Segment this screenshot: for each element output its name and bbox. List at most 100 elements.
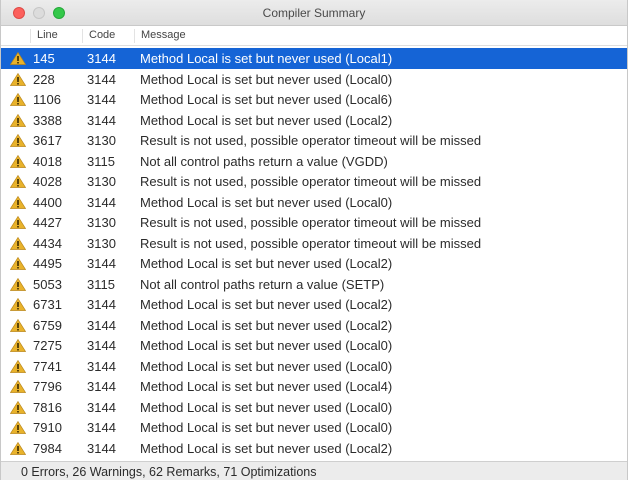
warning-icon: [10, 93, 26, 106]
diagnostics-list: 145 3144 Method Local is set but never use…: [1, 48, 627, 458]
row-message: Method Local is set but never used (Loca…: [140, 92, 393, 107]
warning-icon: [10, 195, 26, 209]
warning-icon: [10, 216, 26, 229]
warning-icon: [10, 72, 26, 86]
row-code: 3144: [87, 71, 116, 87]
row-message: Method Local is set but never used (Loca…: [140, 51, 393, 66]
title-bar[interactable]: Compiler Summary: [1, 0, 627, 26]
row-message: Method Local is set but never used (Loca…: [140, 71, 393, 87]
row-code: 3130: [87, 215, 116, 230]
row-message: Method Local is set but never used (Loca…: [140, 358, 393, 374]
row-code: 3144: [87, 112, 116, 128]
row-message: Method Local is set but never used (Loca…: [140, 420, 393, 435]
row-line-number: 7796: [33, 379, 62, 394]
warning-icon: [10, 359, 26, 373]
column-header-line[interactable]: Line: [30, 29, 80, 43]
row-message: Not all control paths return a value (SE…: [140, 276, 385, 292]
table-row[interactable]: 7816 3144 Method Local is set but never us…: [1, 397, 627, 418]
row-message: Result is not used, possible operator ti…: [140, 133, 482, 148]
warning-icon: [10, 441, 26, 455]
row-message: Method Local is set but never used (Loca…: [140, 256, 393, 271]
row-message: Method Local is set but never used (Loca…: [140, 297, 393, 312]
warning-icon: [10, 134, 26, 147]
table-row[interactable]: 7796 3144 Method Local is set but never us…: [1, 376, 627, 397]
column-header: Line Code Message: [1, 26, 627, 46]
row-line-number: 4427: [33, 215, 62, 230]
table-row[interactable]: 3617 3130 Result is not used, possible ope…: [1, 130, 627, 151]
warning-icon: [10, 421, 26, 434]
warning-icon: [10, 380, 26, 393]
row-code: 3144: [87, 379, 116, 394]
row-code: 3130: [87, 174, 116, 189]
row-message: Result is not used, possible operator ti…: [140, 235, 482, 251]
row-line-number: 6759: [33, 317, 62, 333]
row-message: Method Local is set but never used (Loca…: [140, 399, 393, 415]
table-row[interactable]: 4400 3144 Method Local is set but never us…: [1, 192, 627, 213]
table-row[interactable]: 4427 3130 Result is not used, possible ope…: [1, 212, 627, 233]
table-row[interactable]: 4028 3130 Result is not used, possible ope…: [1, 171, 627, 192]
table-row[interactable]: 4434 3130 Result is not used, possible ope…: [1, 233, 627, 254]
warning-icon: [10, 154, 26, 168]
row-line-number: 5053: [33, 276, 62, 292]
row-code: 3144: [87, 338, 116, 353]
row-line-number: 7816: [33, 399, 62, 415]
table-row[interactable]: 6759 3144 Method Local is set but never us…: [1, 315, 627, 336]
table-row[interactable]: 7275 3144 Method Local is set but never us…: [1, 335, 627, 356]
warning-icon: [10, 339, 26, 352]
row-message: Method Local is set but never used (Loca…: [140, 379, 393, 394]
table-row[interactable]: 6731 3144 Method Local is set but never us…: [1, 294, 627, 315]
row-message: Method Local is set but never used (Loca…: [140, 317, 393, 333]
table-row[interactable]: 228 3144 Method Local is set but never use…: [1, 69, 627, 90]
table-row[interactable]: 145 3144 Method Local is set but never use…: [1, 48, 627, 69]
row-line-number: 3617: [33, 133, 62, 148]
row-line-number: 228: [33, 71, 55, 87]
table-row[interactable]: 7741 3144 Method Local is set but never us…: [1, 356, 627, 377]
row-code: 3144: [87, 297, 116, 312]
column-header-message[interactable]: Message: [134, 29, 614, 43]
row-code: 3144: [87, 399, 116, 415]
row-line-number: 145: [33, 51, 55, 66]
row-message: Method Local is set but never used (Loca…: [140, 112, 393, 128]
row-code: 3144: [87, 92, 116, 107]
row-line-number: 4495: [33, 256, 62, 271]
table-row[interactable]: 1106 3144 Method Local is set but never us…: [1, 89, 627, 110]
warning-icon: [10, 175, 26, 188]
row-code: 3144: [87, 440, 116, 456]
table-row[interactable]: 7910 3144 Method Local is set but never us…: [1, 417, 627, 438]
row-code: 3144: [87, 51, 116, 66]
table-row[interactable]: 3388 3144 Method Local is set but never us…: [1, 110, 627, 131]
table-row[interactable]: 7984 3144 Method Local is set but never us…: [1, 438, 627, 459]
warning-icon: [10, 318, 26, 332]
status-summary: 0 Errors, 26 Warnings, 62 Remarks, 71 Op…: [21, 465, 317, 479]
row-line-number: 4028: [33, 174, 62, 189]
row-code: 3130: [87, 235, 116, 251]
row-message: Method Local is set but never used (Loca…: [140, 440, 393, 456]
row-line-number: 4018: [33, 153, 62, 169]
row-line-number: 3388: [33, 112, 62, 128]
row-code: 3144: [87, 194, 116, 210]
row-line-number: 7741: [33, 358, 62, 374]
row-code: 3144: [87, 420, 116, 435]
row-line-number: 4434: [33, 235, 62, 251]
table-row[interactable]: 4495 3144 Method Local is set but never us…: [1, 253, 627, 274]
table-row[interactable]: 5053 3115 Not all control paths return a v…: [1, 274, 627, 295]
status-bar: 0 Errors, 26 Warnings, 62 Remarks, 71 Op…: [1, 461, 627, 480]
row-code: 3115: [87, 153, 115, 169]
row-line-number: 7910: [33, 420, 62, 435]
warning-icon: [10, 277, 26, 291]
row-code: 3144: [87, 317, 116, 333]
table-row[interactable]: 4018 3115 Not all control paths return a v…: [1, 151, 627, 172]
row-line-number: 7984: [33, 440, 62, 456]
warning-icon: [10, 113, 26, 127]
warning-icon: [10, 400, 26, 414]
row-code: 3115: [87, 276, 115, 292]
warning-icon: [10, 236, 26, 250]
row-message: Not all control paths return a value (VG…: [140, 153, 388, 169]
row-message: Method Local is set but never used (Loca…: [140, 194, 393, 210]
window-title: Compiler Summary: [262, 6, 366, 20]
row-line-number: 7275: [33, 338, 62, 353]
row-code: 3130: [87, 133, 116, 148]
row-code: 3144: [87, 358, 116, 374]
column-header-code[interactable]: Code: [82, 29, 134, 43]
row-message: Method Local is set but never used (Loca…: [140, 338, 393, 353]
